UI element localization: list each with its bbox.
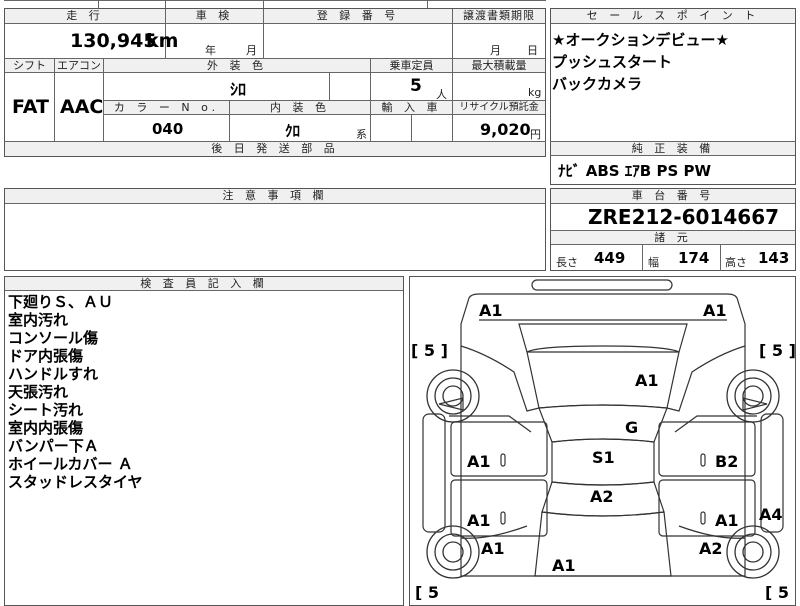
recycle-unit: 円 (530, 128, 541, 141)
import-car-label: 輸 入 車 (371, 101, 452, 115)
transfer-month: 月 (490, 44, 501, 57)
inspector-note: 室内汚れ (8, 311, 69, 329)
color-number-value: 040 (152, 120, 184, 138)
specs-header: 諸 元 (551, 231, 795, 245)
inspector-note: 室内内張傷 (8, 419, 84, 437)
mark-right-rear-door: A1 (715, 511, 739, 530)
sales-points-header: セ ー ル ス ポ イ ン ト (551, 9, 795, 24)
width-label: 幅 (648, 256, 659, 269)
interior-color-value: ｸﾛ (285, 122, 301, 140)
inspector-note: シート汚れ (8, 401, 84, 419)
aircon-label: エアコン (55, 59, 103, 73)
mark-windshield: G (625, 418, 638, 437)
max-load-unit: kg (528, 86, 542, 99)
shaken-month: 月 (246, 44, 257, 57)
mark-right-side-skirt: A4 (759, 505, 783, 524)
capacity-label: 乗車定員 (371, 59, 452, 73)
height-label: 高さ (725, 256, 747, 269)
max-load-label: 最大積載量 (453, 59, 545, 73)
length-value: 449 (594, 249, 626, 267)
recycle-value: 9,020 (480, 120, 531, 139)
transfer-deadline-label: 譲渡書類期限 (453, 9, 545, 24)
interior-color-suffix: 系 (356, 128, 367, 141)
inspector-note: ハンドルすれ (8, 365, 99, 383)
registration-number-label: 登 録 番 号 (264, 9, 452, 24)
chassis-number-header: 車 台 番 号 (551, 189, 795, 204)
shaken-label: 車 検 (166, 9, 263, 24)
mark-right-front-door: B2 (715, 452, 738, 471)
inspector-note: 天張汚れ (8, 383, 69, 401)
inspector-note: ドア内張傷 (8, 347, 84, 365)
capacity-value: 5 (410, 76, 422, 96)
oem-equipment-value: ﾅﾋﾞ ABS ｴｱB PS PW (558, 162, 712, 180)
sales-point-1: ★オークションデビュー★ (552, 31, 729, 49)
oem-equipment-header: 純 正 装 備 (551, 142, 795, 156)
mark-roof: S1 (592, 448, 615, 467)
shaken-year: 年 (205, 44, 216, 57)
mark-front-right-corner: A1 (703, 301, 727, 320)
tire-rear-right-label: [ 5 (765, 583, 789, 600)
recycle-deposit-label: リサイクル預託金 (453, 101, 545, 115)
inspector-note: コンソール傷 (8, 329, 99, 347)
mark-front-left-corner: A1 (479, 301, 503, 320)
inspector-note: 下廻りＳ、ＡＵ (8, 293, 114, 311)
mark-trunk: A2 (590, 487, 614, 506)
tire-rear-left-label: [ 5 (415, 583, 439, 600)
height-value: 143 (758, 249, 790, 267)
mileage-label: 走 行 (5, 9, 165, 24)
inspector-note: ホイールカバー Ａ (8, 455, 133, 473)
transfer-day: 日 (527, 44, 538, 57)
exterior-color-value: ｼﾛ (230, 80, 247, 99)
mark-left-rear-door: A1 (467, 511, 491, 530)
aircon-value: AAC (60, 96, 104, 118)
sales-point-3: バックカメラ (552, 75, 643, 93)
inspector-note: バンパー下Ａ (8, 437, 99, 455)
inspector-note: スタッドレスタイヤ (8, 473, 143, 491)
length-label: 長さ (556, 256, 578, 269)
caution-header: 注 意 事 項 欄 (5, 189, 545, 204)
sales-point-2: プッシュスタート (552, 53, 673, 71)
exterior-color-label: 外 装 色 (104, 59, 370, 73)
mark-left-front-door: A1 (467, 452, 491, 471)
shift-value: FAT (12, 96, 49, 118)
interior-color-label: 内 装 色 (230, 101, 370, 115)
mark-right-rear-fender: A2 (699, 539, 723, 558)
mark-rear-bumper: A1 (552, 556, 576, 575)
tire-front-left-label: [ 5 ] (411, 341, 448, 360)
mark-hood: A1 (635, 371, 659, 390)
shift-label: シフト (5, 59, 54, 73)
width-value: 174 (678, 249, 710, 267)
car-diagram: [ 5 ] [ 5 ] [ 5 [ 5 A1 A1 A1 G S1 A2 A1 … (411, 279, 796, 600)
chassis-number-value: ZRE212-6014667 (588, 205, 780, 229)
inspector-notes-header: 検 査 員 記 入 欄 (5, 277, 403, 291)
mark-left-rear-fender: A1 (481, 539, 505, 558)
inspector-notes-list: 下廻りＳ、ＡＵ 室内汚れ コンソール傷 ドア内張傷 ハンドルすれ 天張汚れ シー… (8, 293, 143, 491)
mileage-unit: km (146, 30, 179, 52)
color-number-label: カ ラ ー N o. (104, 101, 229, 115)
later-parts-label: 後 日 発 送 部 品 (5, 142, 545, 156)
mileage-value: 130,945 (70, 30, 157, 52)
tire-front-right-label: [ 5 ] (759, 341, 796, 360)
